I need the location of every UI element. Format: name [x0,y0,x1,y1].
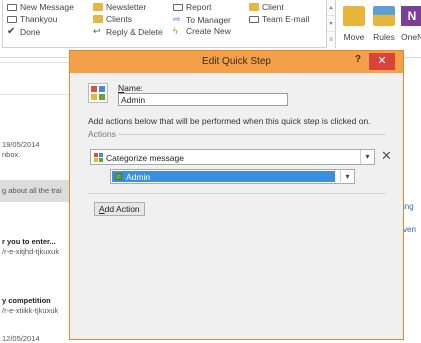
dialog-titlebar[interactable]: Edit Quick Step ? ✕ [70,51,403,73]
divider [88,193,386,194]
name-label: Name: [118,83,144,93]
category-select[interactable]: Admin ▾ [110,169,355,184]
quick-step-done[interactable]: ✔ Done [7,26,40,37]
quick-step-to-manager[interactable]: ⇨ To Manager [173,14,231,25]
gallery-scroll-up-icon[interactable]: ▴ [327,0,335,16]
quick-step-icon-picker[interactable] [88,83,108,103]
chevron-down-icon[interactable]: ▾ [360,150,374,164]
edit-quick-step-dialog: Edit Quick Step ? ✕ Name: Add actions be… [69,50,404,340]
onenote-icon: N [401,6,421,26]
categorize-icon [91,86,105,100]
mail-preview[interactable]: nbox. [2,150,20,159]
quick-step-create-new[interactable]: ϟ Create New [173,26,231,36]
envelope-icon [7,3,17,11]
category-select-value: Admin [126,172,151,182]
category-color-swatch [115,173,122,180]
mail-list: 19/05/2014 nbox. g about all the trai r … [0,58,78,343]
envelope-icon [173,3,183,11]
quick-step-thankyou[interactable]: Thankyou [7,14,57,24]
mail-date: 12/05/2014 [2,334,40,343]
name-field[interactable] [118,93,288,106]
close-button[interactable]: ✕ [369,53,395,70]
gallery-more-icon[interactable]: ≡ [327,32,335,48]
move-button[interactable]: Move [343,6,365,42]
mail-subject[interactable]: y competition [2,296,51,305]
onenote-button[interactable]: N OneN [401,6,421,42]
categorize-icon [94,153,103,162]
mail-date: 19/05/2014 [2,140,40,149]
folder-icon [249,3,259,11]
forward-icon: ⇨ [173,14,181,24]
chevron-down-icon[interactable]: ▾ [340,170,354,184]
lightning-icon: ϟ [173,26,178,36]
quick-step-newsletter[interactable]: Newsletter [93,2,146,12]
reading-pane-text[interactable]: ing [403,202,414,211]
move-folder-icon [343,6,365,26]
action-select-value: Categorize message [106,153,184,163]
gallery-scrollbar[interactable]: ▴ ▾ ≡ [326,0,335,48]
quick-step-clients[interactable]: Clients [93,14,132,24]
folder-icon [93,3,103,11]
rules-icon [373,6,395,26]
mail-preview[interactable]: /r-e-xitjhd-tjkuxuk [2,247,59,256]
actions-label: Actions [88,129,116,139]
remove-action-button[interactable]: ✕ [381,149,392,163]
add-action-button[interactable]: Add Action [94,202,145,216]
quick-step-new-message[interactable]: New Message [7,2,74,12]
checkmark-icon: ✔ [7,26,16,37]
category-selected-highlight: Admin [112,171,335,182]
quick-step-client[interactable]: Client [249,2,284,12]
envelope-icon [7,15,17,23]
divider [0,62,78,63]
mail-subject[interactable]: r you to enter... [2,237,56,246]
instructions-text: Add actions below that will be performed… [88,116,371,126]
rules-button[interactable]: Rules [373,6,395,42]
divider [118,134,386,135]
mail-preview[interactable]: /r-e-xtiikk-tjkuxuk [2,306,58,315]
reply-delete-icon: ↩ [93,26,101,36]
help-button[interactable]: ? [355,54,361,65]
quick-step-reply-delete[interactable]: ↩ Reply & Delete [93,26,163,37]
divider [0,94,78,95]
quick-steps-gallery: New Message Thankyou ✔ Done Newsletter C… [2,0,336,48]
reading-pane-text[interactable]: ven [403,225,416,234]
dialog-title: Edit Quick Step [202,56,271,67]
action-select[interactable]: Categorize message ▾ [90,149,375,165]
folder-icon [93,15,103,23]
gallery-scroll-down-icon[interactable]: ▾ [327,16,335,32]
envelope-icon [249,15,259,23]
mail-preview[interactable]: g about all the trai [2,186,62,195]
quick-step-report[interactable]: Report [173,2,212,12]
quick-step-team-email[interactable]: Team E-mail [249,14,309,24]
